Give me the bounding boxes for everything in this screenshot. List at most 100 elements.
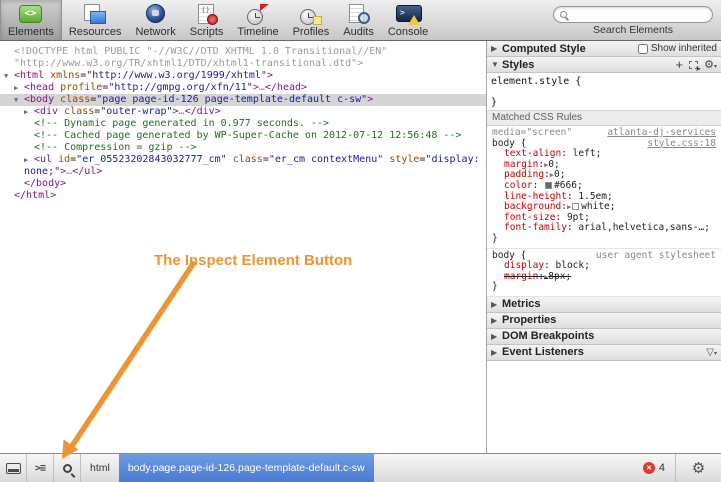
toolbar-button-profiles[interactable]: Profiles [286,0,337,40]
styles-title: Styles [502,58,535,71]
computed-style-title: Computed Style [502,42,586,55]
dom-tree-row[interactable]: <!-- Cached page generated by WP-Super-C… [0,130,486,142]
event-listeners-header[interactable]: ▶ Event Listeners ▽▾ [487,344,721,361]
computed-style-header[interactable]: ▶ Computed Style Show inherited [487,41,721,57]
toolbar-button-console[interactable]: Console [381,0,435,40]
elements-panel: <!DOCTYPE html PUBLIC "-//W3C//DTD XHTML… [0,41,487,453]
search-field[interactable] [553,6,713,23]
dom-tree-row[interactable]: </body> [0,178,486,190]
css-rule: body {user agent stylesheet display: bloc… [487,249,721,297]
toolbar-button-elements[interactable]: Elements [0,0,62,40]
search-area: Search Elements [545,0,721,40]
styles-sidebar: ▶ Computed Style Show inherited ▼ Styles… [487,41,721,453]
dom-tree-row[interactable]: </html> [0,190,486,202]
toolbar-button-label: Elements [8,26,54,38]
dom-tree-row[interactable]: <!-- Dynamic page generated in 0.977 sec… [0,118,486,130]
dom-tree-row[interactable]: ▼ <body class="page page-id-126 page-temp… [0,94,486,106]
css-property[interactable]: margin:▶8px; [492,271,716,283]
css-property[interactable]: font-family: arial,helvetica,sans-…; [492,223,716,234]
disclosure-right-icon[interactable]: ▶ [24,154,34,166]
css-rule: media="screen" atlanta-dj-services body {s… [487,126,721,249]
toolbar-button-resources[interactable]: Resources [62,0,129,40]
dom-breakpoints-title: DOM Breakpoints [502,330,595,343]
toolbar-button-timeline[interactable]: Timeline [230,0,285,40]
dom-tree-row[interactable]: none;">…</ul> [0,166,486,178]
properties-title: Properties [502,314,557,327]
dom-tree-row[interactable]: <!DOCTYPE html PUBLIC "-//W3C//DTD XHTML… [0,46,486,58]
dock-icon [5,462,21,474]
disclosure-down-icon[interactable]: ▼ [14,94,24,106]
disclosure-right-icon[interactable]: ▶ [14,82,24,94]
expand-value-icon: ▶ [566,203,572,212]
inspect-element-button[interactable] [54,454,81,482]
settings-button[interactable]: ⚙ [675,454,721,482]
disclosure-right-icon[interactable]: ▶ [491,44,502,53]
toolbar-button-scripts[interactable]: Scripts [183,0,231,40]
search-input[interactable] [571,9,706,20]
audits-icon [346,4,372,25]
dom-tree-row[interactable]: <!-- Compression = gzip --> [0,142,486,154]
dom-tree-row[interactable]: ▶ <head profile="http://gmpg.org/xfn/11">… [0,82,486,94]
stylesheet-link[interactable]: style.css:18 [647,138,716,150]
stylesheet-link[interactable]: atlanta-dj-services [607,127,716,139]
dom-breakpoints-header[interactable]: ▶ DOM Breakpoints [487,328,721,345]
event-listeners-title: Event Listeners [502,346,584,359]
rule-close-brace: } [492,232,498,244]
error-counter[interactable]: ✕ 4 [633,454,675,482]
show-inherited-checkbox[interactable] [637,43,648,54]
element-state-picker-icon[interactable] [689,60,701,73]
disclosure-down-icon[interactable]: ▼ [491,60,502,69]
toolbar: Elements Resources Network Scripts Timel… [0,0,721,41]
metrics-title: Metrics [502,298,541,311]
resources-icon [82,4,108,25]
show-inherited-label: Show inherited [650,43,717,54]
console-toggle-button[interactable]: >≡ [27,454,54,482]
matched-rules: media="screen" atlanta-dj-services body {s… [487,126,721,297]
disclosure-right-icon[interactable]: ▶ [491,316,502,325]
breadcrumb-html[interactable]: html [81,454,119,482]
dom-tree: <!DOCTYPE html PUBLIC "-//W3C//DTD XHTML… [0,46,486,202]
profiles-icon [298,4,324,25]
dom-tree-row[interactable]: ▶ <ul id="er_05523202843032777_cm" class=… [0,154,486,166]
rule-close-brace: } [492,281,498,293]
toolbar-button-network[interactable]: Network [128,0,182,40]
elements-icon [18,4,44,25]
error-icon: ✕ [642,462,655,474]
toolbar-button-audits[interactable]: Audits [336,0,381,40]
dom-tree-row[interactable]: ▼ <html xmlns="http://www.w3.org/1999/xht… [0,70,486,82]
breadcrumb-body[interactable]: body.page.page-id-126.page-template-defa… [118,454,374,482]
show-inherited-control[interactable]: Show inherited [637,43,717,54]
metrics-header[interactable]: ▶ Metrics [487,296,721,313]
stylesheet-origin: user agent stylesheet [595,249,716,261]
network-icon [143,4,169,25]
toolbar-button-label: Audits [343,26,374,38]
dom-tree-row[interactable]: "http://www.w3.org/TR/xhtml1/DTD/xhtml1-… [0,58,486,70]
disclosure-down-icon[interactable]: ▼ [4,70,14,82]
disclosure-right-icon[interactable]: ▶ [491,348,502,357]
magnifier-icon [62,463,72,473]
disclosure-right-icon[interactable]: ▶ [491,332,502,341]
gear-icon: ⚙ [691,460,706,477]
rule-media-query: media="screen" [492,127,573,138]
timeline-icon [245,4,271,25]
color-swatch[interactable] [545,181,553,189]
color-swatch[interactable] [572,203,580,211]
element-style-rule[interactable]: element.style { } [487,73,721,111]
styles-gear-icon[interactable]: ⚙▾ [704,58,717,71]
error-count: 4 [658,462,665,474]
disclosure-right-icon[interactable]: ▶ [24,106,34,118]
dom-tree-row[interactable]: ▶ <div class="outer-wrap">…</div> [0,106,486,118]
properties-header[interactable]: ▶ Properties [487,312,721,329]
console-prompt-icon: >≡ [34,462,46,474]
event-listeners-filter-icon[interactable]: ▽▾ [706,347,717,358]
element-style-close: } [491,97,498,108]
toolbar-button-label: Profiles [292,26,330,38]
toolbar-button-label: Console [387,26,429,38]
new-style-rule-icon[interactable]: + [676,58,684,71]
dock-toggle-button[interactable] [0,454,27,482]
styles-header[interactable]: ▼ Styles + ⚙▾ [487,57,721,73]
scripts-icon [194,4,220,25]
toolbar-button-label: Scripts [189,26,224,38]
disclosure-right-icon[interactable]: ▶ [491,300,502,309]
element-style-open: element.style { [491,76,582,87]
